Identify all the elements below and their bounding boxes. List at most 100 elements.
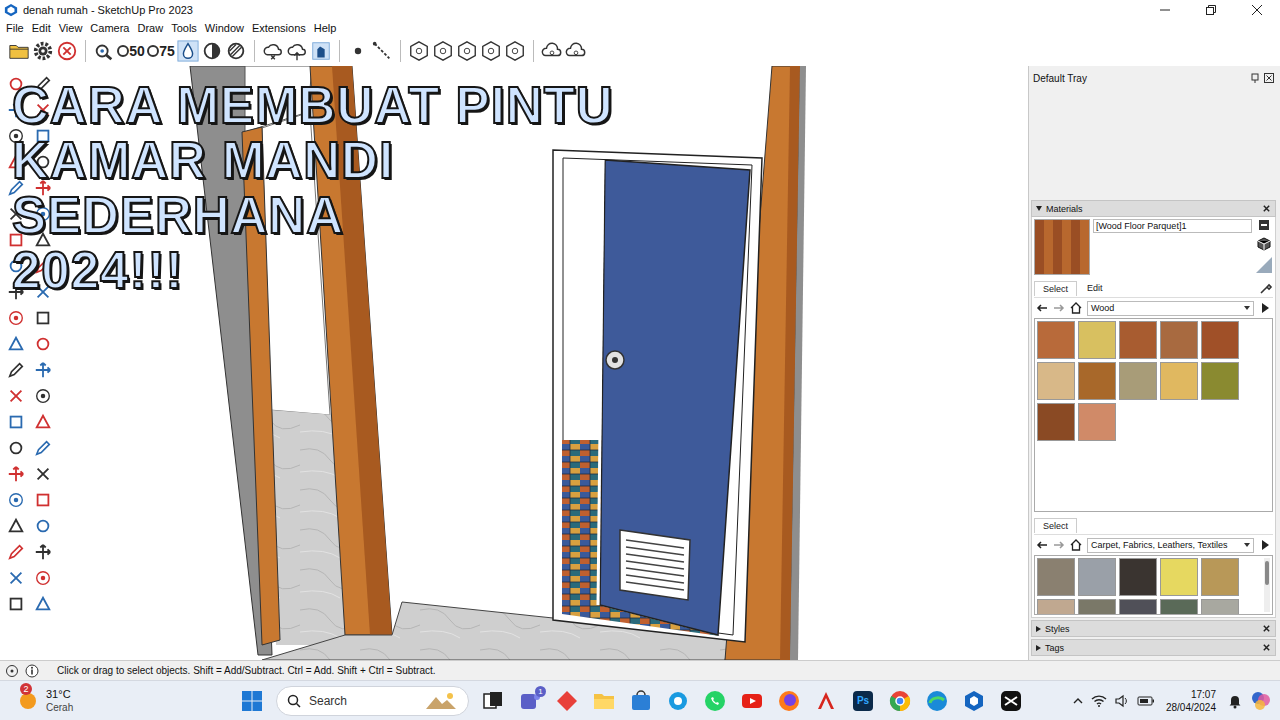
forward-icon[interactable] bbox=[1053, 539, 1065, 551]
material-swatch[interactable] bbox=[1078, 403, 1116, 441]
tool-button[interactable] bbox=[31, 360, 55, 380]
tool-button[interactable] bbox=[31, 256, 55, 276]
home-icon[interactable] bbox=[1070, 302, 1082, 314]
maximize-button[interactable] bbox=[1188, 0, 1234, 20]
tool-button[interactable] bbox=[31, 74, 55, 94]
taskbar-app[interactable] bbox=[924, 686, 950, 716]
material-swatch[interactable] bbox=[1037, 599, 1075, 615]
tool-button[interactable] bbox=[31, 568, 55, 588]
tool-button[interactable] bbox=[31, 126, 55, 146]
door-knob[interactable] bbox=[606, 351, 624, 369]
create-material-icon[interactable] bbox=[1258, 219, 1270, 231]
tool-button[interactable] bbox=[4, 256, 28, 276]
material-swatch[interactable] bbox=[1160, 321, 1198, 359]
tool-button[interactable] bbox=[4, 74, 28, 94]
taskbar-app[interactable] bbox=[813, 686, 839, 716]
details-icon[interactable] bbox=[1259, 302, 1271, 314]
toolbar-button[interactable] bbox=[310, 38, 332, 64]
minimize-button[interactable] bbox=[1142, 0, 1188, 20]
door[interactable] bbox=[600, 160, 750, 635]
menu-item[interactable]: Tools bbox=[167, 21, 201, 35]
menu-item[interactable]: Draw bbox=[133, 21, 167, 35]
toolbar-button[interactable] bbox=[432, 38, 454, 64]
material-swatch[interactable] bbox=[1119, 599, 1157, 615]
taskbar-app[interactable] bbox=[998, 686, 1024, 716]
material-swatch[interactable] bbox=[1078, 321, 1116, 359]
close-icon[interactable] bbox=[1262, 643, 1271, 652]
toolbar-button[interactable] bbox=[93, 38, 115, 64]
toolbar-button[interactable] bbox=[347, 38, 369, 64]
taskbar-app[interactable] bbox=[702, 686, 728, 716]
close-button[interactable] bbox=[1234, 0, 1280, 20]
material-swatch[interactable] bbox=[1160, 599, 1198, 615]
details-icon[interactable] bbox=[1259, 539, 1271, 551]
viewport[interactable] bbox=[55, 66, 1028, 660]
zoom-preset-button[interactable]: 75 bbox=[147, 38, 175, 64]
material-swatch[interactable] bbox=[1201, 321, 1239, 359]
tool-button[interactable] bbox=[31, 386, 55, 406]
menu-item[interactable]: Extensions bbox=[248, 21, 310, 35]
home-icon[interactable] bbox=[1070, 539, 1082, 551]
material-swatch[interactable] bbox=[1201, 599, 1239, 615]
material-swatch[interactable] bbox=[1037, 362, 1075, 400]
tool-button[interactable] bbox=[31, 152, 55, 172]
materials-tab[interactable]: Select bbox=[1034, 518, 1077, 533]
wifi-icon[interactable] bbox=[1091, 693, 1107, 709]
close-icon[interactable] bbox=[1262, 204, 1271, 213]
toolbar-button[interactable] bbox=[201, 38, 223, 64]
toolbar-button[interactable] bbox=[371, 38, 393, 64]
toolbar-button[interactable] bbox=[408, 38, 430, 64]
toolbar-button[interactable] bbox=[32, 38, 54, 64]
library-dropdown[interactable]: Wood bbox=[1087, 301, 1254, 316]
materials-tab[interactable]: Edit bbox=[1079, 281, 1111, 295]
back-icon[interactable] bbox=[1036, 302, 1048, 314]
taskbar-app[interactable] bbox=[480, 686, 506, 716]
taskbar-app[interactable] bbox=[776, 686, 802, 716]
tool-button[interactable] bbox=[4, 152, 28, 172]
tool-button[interactable] bbox=[31, 412, 55, 432]
tray-panel-header[interactable]: Tags bbox=[1031, 639, 1276, 656]
back-icon[interactable] bbox=[1036, 539, 1048, 551]
tool-button[interactable] bbox=[4, 594, 28, 614]
clock[interactable]: 17:0728/04/2024 bbox=[1166, 688, 1216, 714]
menu-item[interactable]: File bbox=[2, 21, 28, 35]
taskbar-app[interactable] bbox=[554, 686, 580, 716]
taskbar-app[interactable]: 1 bbox=[517, 686, 543, 716]
geolocation-icon[interactable] bbox=[5, 664, 19, 678]
tool-button[interactable] bbox=[4, 360, 28, 380]
tool-button[interactable] bbox=[31, 490, 55, 510]
toolbar-button[interactable] bbox=[8, 38, 30, 64]
toolbar-button[interactable] bbox=[177, 38, 199, 64]
taskbar-app[interactable] bbox=[591, 686, 617, 716]
taskbar-search[interactable]: Search bbox=[276, 686, 469, 716]
tool-button[interactable] bbox=[4, 386, 28, 406]
tool-button[interactable] bbox=[31, 334, 55, 354]
library-dropdown[interactable]: Carpet, Fabrics, Leathers, Textiles bbox=[1087, 538, 1254, 553]
tool-button[interactable] bbox=[31, 308, 55, 328]
tool-button[interactable] bbox=[4, 568, 28, 588]
menu-item[interactable]: View bbox=[55, 21, 87, 35]
taskbar-app[interactable] bbox=[961, 686, 987, 716]
tool-button[interactable] bbox=[31, 438, 55, 458]
taskbar-app[interactable] bbox=[628, 686, 654, 716]
toolbar-button[interactable] bbox=[504, 38, 526, 64]
weather-widget[interactable]: 231°CCerah bbox=[16, 688, 241, 714]
toolbar-button[interactable] bbox=[541, 38, 563, 64]
material-swatch[interactable] bbox=[1078, 362, 1116, 400]
material-swatch[interactable] bbox=[1160, 362, 1198, 400]
tool-button[interactable] bbox=[31, 516, 55, 536]
tool-button[interactable] bbox=[4, 126, 28, 146]
tool-button[interactable] bbox=[4, 308, 28, 328]
tool-button[interactable] bbox=[4, 178, 28, 198]
close-icon[interactable] bbox=[1262, 624, 1271, 633]
windows-start-icon[interactable] bbox=[241, 690, 263, 712]
material-swatch[interactable] bbox=[1078, 558, 1116, 596]
tool-button[interactable] bbox=[4, 282, 28, 302]
material-swatch[interactable] bbox=[1119, 558, 1157, 596]
eyedropper-icon[interactable] bbox=[1259, 281, 1273, 295]
taskbar-app[interactable] bbox=[665, 686, 691, 716]
menu-item[interactable]: Camera bbox=[86, 21, 133, 35]
scrollbar[interactable] bbox=[1264, 558, 1270, 612]
taskbar-app[interactable] bbox=[739, 686, 765, 716]
tool-button[interactable] bbox=[4, 490, 28, 510]
